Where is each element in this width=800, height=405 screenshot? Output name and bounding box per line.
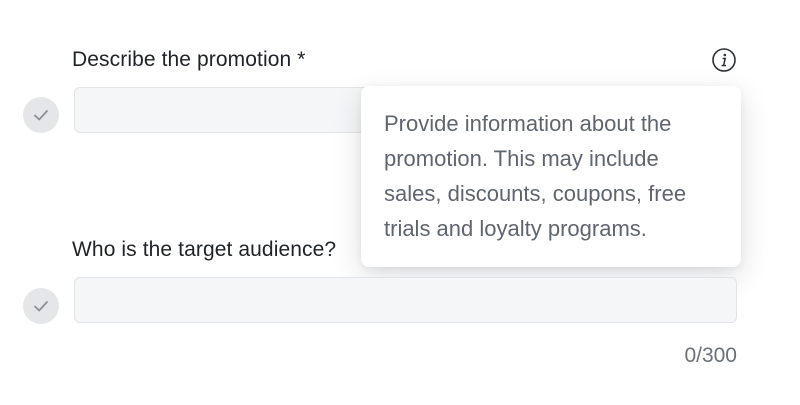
check-icon xyxy=(34,110,48,121)
form-page: Describe the promotion * Provide informa… xyxy=(0,0,800,405)
info-tooltip: Provide information about the promotion.… xyxy=(361,86,741,267)
character-counter: 0/300 xyxy=(684,344,737,367)
audience-label: Who is the target audience? xyxy=(72,238,337,261)
audience-check-status xyxy=(23,288,59,324)
check-icon xyxy=(34,301,48,312)
promotion-label: Describe the promotion * xyxy=(72,48,306,71)
promotion-check-status xyxy=(23,97,59,133)
audience-field-wrapper xyxy=(74,277,737,323)
audience-input[interactable] xyxy=(75,278,736,322)
info-icon[interactable] xyxy=(712,48,736,72)
info-tooltip-text: Provide information about the promotion.… xyxy=(384,111,687,241)
